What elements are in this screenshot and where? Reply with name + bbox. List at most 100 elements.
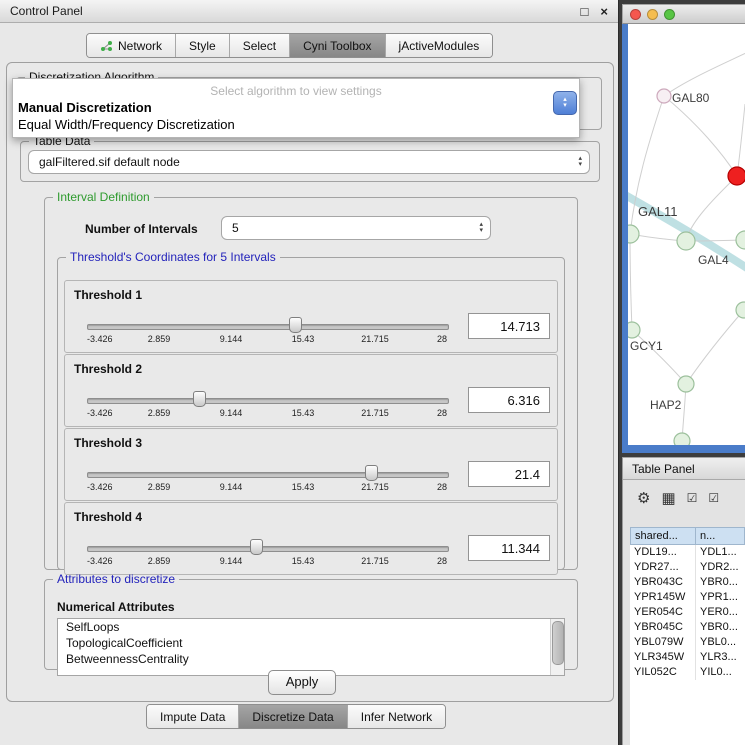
cell-name: YBR0... [696, 620, 745, 635]
scale-tick-label: 2.859 [148, 482, 171, 492]
scale-tick-label: 15.43 [292, 556, 315, 566]
group-title: Threshold's Coordinates for 5 Intervals [66, 250, 280, 264]
gear-icon[interactable]: ⚙ [637, 489, 650, 507]
threshold-1-value-field[interactable]: 14.713 [468, 313, 550, 339]
arrow-down-icon: ▾ [479, 228, 483, 234]
threshold-2-value-field[interactable]: 6.316 [468, 387, 550, 413]
algorithm-option-equal-width[interactable]: Equal Width/Frequency Discretization [18, 117, 235, 132]
table-panel: Table Panel ⚙ ▦ ☑ ☑ shared... n... YDL19… [622, 457, 745, 745]
select-none-checkbox-icon[interactable]: ☑ [708, 491, 719, 505]
threshold-2-panel: Threshold 2 -3.426 2.859 9.144 15.43 21.… [64, 354, 558, 427]
columns-icon[interactable]: ▦ [661, 489, 675, 507]
apply-button[interactable]: Apply [268, 670, 336, 695]
network-node[interactable] [736, 231, 745, 249]
list-item[interactable]: TopologicalCoefficient [58, 635, 564, 651]
table-row[interactable]: YBR045C YBR0... [630, 620, 745, 635]
table-row[interactable]: YPR145W YPR1... [630, 590, 745, 605]
network-node-gal11[interactable] [628, 225, 639, 243]
mac-close-icon[interactable] [630, 9, 641, 20]
table-row[interactable]: YDL19... YDL1... [630, 545, 745, 560]
table-row[interactable]: YDR27... YDR2... [630, 560, 745, 575]
node-label-gal4: GAL4 [698, 253, 729, 267]
slider-track[interactable] [87, 546, 449, 552]
tab-select[interactable]: Select [229, 34, 289, 57]
threshold-4-slider[interactable]: -3.426 2.859 9.144 15.43 21.715 28 [87, 503, 447, 574]
network-node-gal4[interactable] [677, 232, 695, 250]
table-row[interactable]: YER054C YER0... [630, 605, 745, 620]
numerical-attributes-label: Numerical Attributes [57, 600, 175, 614]
network-edge[interactable] [737, 104, 745, 176]
slider-thumb[interactable] [365, 465, 378, 481]
slider-track[interactable] [87, 324, 449, 330]
table-data-value: galFiltered.sif default node [39, 155, 180, 169]
list-item[interactable]: SelfLoops [58, 619, 564, 635]
tab-label: Impute Data [160, 710, 225, 724]
table-data-combobox[interactable]: galFiltered.sif default node ▴ ▾ [28, 150, 590, 174]
threshold-2-slider[interactable]: -3.426 2.859 9.144 15.43 21.715 28 [87, 355, 447, 426]
scale-tick-label: 2.859 [148, 334, 171, 344]
network-node[interactable] [736, 302, 745, 318]
network-canvas[interactable]: GAL80 GAL11 GAL4 GCY1 HAP2 [628, 24, 745, 445]
table-row[interactable]: YLR345W YLR3... [630, 650, 745, 665]
column-header-name[interactable]: n... [696, 527, 745, 545]
threshold-1-slider[interactable]: -3.426 2.859 9.144 15.43 21.715 28 [87, 281, 447, 352]
tab-discretize-data[interactable]: Discretize Data [238, 705, 346, 728]
network-node-hap2[interactable] [678, 376, 694, 392]
network-node-selected-red[interactable] [728, 167, 745, 185]
tab-impute-data[interactable]: Impute Data [147, 705, 238, 728]
network-edge[interactable] [664, 96, 737, 176]
tab-style[interactable]: Style [175, 34, 229, 57]
cell-name: YBL0... [696, 635, 745, 650]
slider-scale: -3.426 2.859 9.144 15.43 21.715 28 [87, 334, 447, 345]
network-node-gcy1[interactable] [628, 322, 640, 338]
list-scrollbar-thumb[interactable] [552, 621, 564, 665]
threshold-3-slider[interactable]: -3.426 2.859 9.144 15.43 21.715 28 [87, 429, 447, 500]
algorithm-combobox-stepper[interactable]: ▴ ▾ [553, 91, 577, 115]
cell-name: YIL0... [696, 665, 745, 680]
column-header-shared-name[interactable]: shared... [630, 527, 696, 545]
tab-label: Discretize Data [252, 710, 333, 724]
network-edge[interactable] [664, 52, 745, 96]
number-of-intervals-combobox[interactable]: 5 ▴ ▾ [221, 216, 491, 240]
control-panel-titlebar: Control Panel □ × [0, 0, 618, 23]
mac-zoom-icon[interactable] [664, 9, 675, 20]
slider-track[interactable] [87, 398, 449, 404]
tab-infer-network[interactable]: Infer Network [347, 705, 445, 728]
table-row[interactable]: YIL052C YIL0... [630, 665, 745, 680]
slider-thumb[interactable] [193, 391, 206, 407]
tab-network[interactable]: Network [87, 34, 175, 57]
cell-shared-name: YIL052C [630, 665, 696, 680]
control-panel-window: Control Panel □ × Network Style [0, 0, 619, 745]
network-node-gal80[interactable] [657, 89, 671, 103]
algorithm-placeholder: Select algorithm to view settings [13, 84, 579, 98]
network-edge[interactable] [630, 234, 632, 330]
scale-tick-label: -3.426 [87, 334, 113, 344]
float-window-icon[interactable]: □ [581, 4, 589, 19]
threshold-4-value-field[interactable]: 11.344 [468, 535, 550, 561]
slider-track[interactable] [87, 472, 449, 478]
table-panel-titlebar: Table Panel [623, 457, 745, 480]
network-node[interactable] [674, 433, 690, 445]
scale-tick-label: 2.859 [148, 556, 171, 566]
slider-thumb[interactable] [250, 539, 263, 555]
scale-tick-label: 21.715 [361, 408, 389, 418]
algorithm-option-manual[interactable]: Manual Discretization [18, 100, 152, 115]
slider-thumb[interactable] [289, 317, 302, 333]
list-item[interactable]: BetweennessCentrality [58, 651, 564, 667]
network-edge[interactable] [686, 310, 744, 384]
interval-definition-group: Interval Definition Number of Intervals … [44, 190, 578, 570]
tab-jactivemodules[interactable]: jActiveModules [385, 34, 493, 57]
mac-minimize-icon[interactable] [647, 9, 658, 20]
node-label-gcy1: GCY1 [630, 339, 663, 353]
select-all-checkbox-icon[interactable]: ☑ [687, 491, 698, 505]
tab-label: Cyni Toolbox [303, 39, 371, 53]
close-window-icon[interactable]: × [600, 4, 608, 19]
threshold-3-value-field[interactable]: 21.4 [468, 461, 550, 487]
tab-cyni-toolbox[interactable]: Cyni Toolbox [289, 34, 384, 57]
list-scrollbar[interactable] [550, 619, 564, 675]
table-row[interactable]: YBL079W YBL0... [630, 635, 745, 650]
table-row[interactable]: YBR043C YBR0... [630, 575, 745, 590]
table-panel-toolbar: ⚙ ▦ ☑ ☑ [623, 485, 719, 511]
cell-shared-name: YPR145W [630, 590, 696, 605]
scale-tick-label: 9.144 [220, 334, 243, 344]
